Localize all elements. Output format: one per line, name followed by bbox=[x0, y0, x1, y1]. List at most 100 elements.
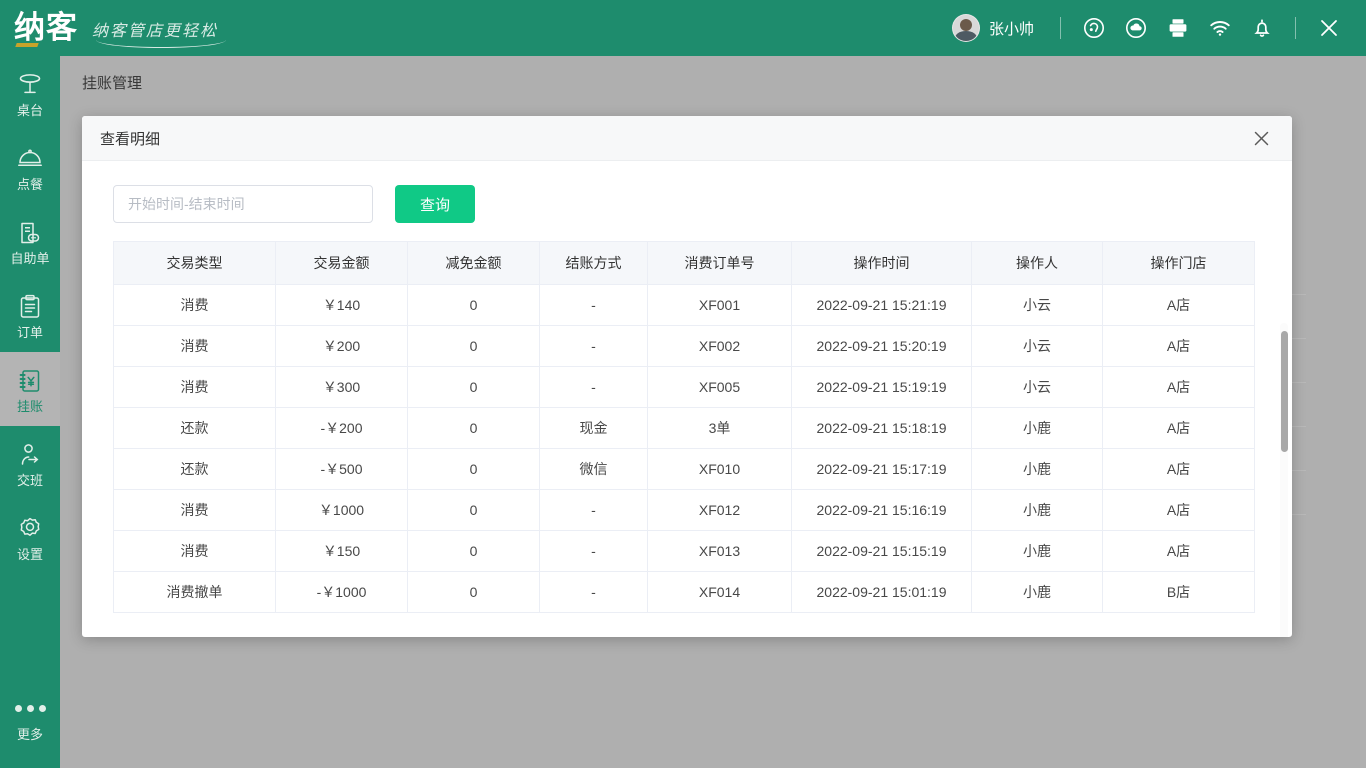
table-cell-operator: 小云 bbox=[972, 367, 1103, 408]
printer-icon[interactable] bbox=[1157, 7, 1199, 49]
table-cell-payment: - bbox=[540, 285, 648, 326]
table-cell-operator: 小云 bbox=[972, 285, 1103, 326]
table-cell-store: A店 bbox=[1103, 285, 1255, 326]
sidebar-item-settings[interactable]: 设置 bbox=[0, 500, 60, 574]
table-cell-payment: - bbox=[540, 531, 648, 572]
date-range-input[interactable] bbox=[128, 196, 358, 212]
sidebar-item-label: 自助单 bbox=[10, 252, 49, 265]
table-header-cell: 交易类型 bbox=[114, 242, 276, 285]
table-cell-time: 2022-09-21 15:16:19 bbox=[792, 490, 972, 531]
filter-bar: 查询 bbox=[82, 161, 1292, 241]
sidebar-item-more[interactable]: 更多 bbox=[0, 682, 60, 752]
sidebar-item-label: 挂账 bbox=[17, 400, 43, 413]
table-header-cell: 消费订单号 bbox=[648, 242, 792, 285]
sidebar-item-order-food[interactable]: 点餐 bbox=[0, 130, 60, 204]
table-cell-store: A店 bbox=[1103, 490, 1255, 531]
table-cell-operator: 小云 bbox=[972, 326, 1103, 367]
sidebar-item-shift[interactable]: 交班 bbox=[0, 426, 60, 500]
user-menu[interactable]: 张小帅 bbox=[938, 14, 1048, 42]
table-cell-type: 还款 bbox=[114, 449, 276, 490]
table-cell-order-no: XF013 bbox=[648, 531, 792, 572]
table-cell-type: 消费 bbox=[114, 490, 276, 531]
table-cell-type: 消费 bbox=[114, 531, 276, 572]
table-cell-time: 2022-09-21 15:20:19 bbox=[792, 326, 972, 367]
close-icon[interactable] bbox=[1248, 125, 1274, 151]
table-cell-payment: 微信 bbox=[540, 449, 648, 490]
sidebar-item-table[interactable]: 桌台 bbox=[0, 56, 60, 130]
table-cell-store: A店 bbox=[1103, 367, 1255, 408]
dialog-scrollbar-thumb[interactable] bbox=[1281, 331, 1288, 452]
table-cell-discount: 0 bbox=[408, 408, 540, 449]
more-dots-icon bbox=[15, 694, 46, 724]
table-cell-order-no: XF005 bbox=[648, 367, 792, 408]
dialog-body: 查询 交易类型交易金额减免金额结账方式消费订单号操作时间操作人操作门店 消费￥1… bbox=[82, 161, 1292, 637]
table-body: 消费￥1400-XF0012022-09-21 15:21:19小云A店消费￥2… bbox=[114, 285, 1255, 613]
shift-person-icon bbox=[15, 440, 45, 470]
brand-tagline: 纳客管店更轻松 bbox=[92, 17, 218, 41]
table-cell-type: 消费 bbox=[114, 367, 276, 408]
self-order-icon bbox=[15, 218, 45, 248]
table-cell-store: A店 bbox=[1103, 449, 1255, 490]
wifi-icon[interactable] bbox=[1199, 7, 1241, 49]
table-header-row: 交易类型交易金额减免金额结账方式消费订单号操作时间操作人操作门店 bbox=[114, 242, 1255, 285]
top-bar-right: 张小帅 bbox=[938, 7, 1366, 49]
table-cell-operator: 小鹿 bbox=[972, 531, 1103, 572]
app-root: 纳客 纳客管店更轻松 张小帅 bbox=[0, 0, 1366, 768]
sidebar-item-label: 点餐 bbox=[17, 178, 43, 191]
table-row: 消费￥1400-XF0012022-09-21 15:21:19小云A店 bbox=[114, 285, 1255, 326]
table-cell-discount: 0 bbox=[408, 285, 540, 326]
table-row: 消费￥3000-XF0052022-09-21 15:19:19小云A店 bbox=[114, 367, 1255, 408]
table-cell-store: A店 bbox=[1103, 531, 1255, 572]
table-cell-operator: 小鹿 bbox=[972, 572, 1103, 613]
table-header-cell: 结账方式 bbox=[540, 242, 648, 285]
sidebar-item-credit[interactable]: 挂账 bbox=[0, 352, 60, 426]
table-cell-time: 2022-09-21 15:01:19 bbox=[792, 572, 972, 613]
table-cell-discount: 0 bbox=[408, 367, 540, 408]
table-cell-type: 还款 bbox=[114, 408, 276, 449]
table-cell-amount: ￥200 bbox=[276, 326, 408, 367]
divider bbox=[1060, 17, 1061, 39]
top-bar: 纳客 纳客管店更轻松 张小帅 bbox=[0, 0, 1366, 56]
table-cell-amount: -￥500 bbox=[276, 449, 408, 490]
table-cell-payment: - bbox=[540, 490, 648, 531]
query-button[interactable]: 查询 bbox=[395, 185, 475, 223]
table-cell-amount: -￥1000 bbox=[276, 572, 408, 613]
table-row: 还款-￥5000微信XF0102022-09-21 15:17:19小鹿A店 bbox=[114, 449, 1255, 490]
table-row: 消费￥2000-XF0022022-09-21 15:20:19小云A店 bbox=[114, 326, 1255, 367]
table-cell-order-no: XF002 bbox=[648, 326, 792, 367]
close-icon[interactable] bbox=[1308, 7, 1350, 49]
brand: 纳客 纳客管店更轻松 bbox=[0, 13, 218, 44]
date-range-field[interactable] bbox=[113, 185, 373, 223]
table-cell-payment: 现金 bbox=[540, 408, 648, 449]
table-header-cell: 操作时间 bbox=[792, 242, 972, 285]
sidebar-item-orders[interactable]: 订单 bbox=[0, 278, 60, 352]
table-cell-discount: 0 bbox=[408, 572, 540, 613]
table-cell-order-no: XF010 bbox=[648, 449, 792, 490]
table-cell-type: 消费 bbox=[114, 326, 276, 367]
cloud-icon[interactable] bbox=[1115, 7, 1157, 49]
sidebar-item-label: 桌台 bbox=[17, 104, 43, 117]
table-cell-discount: 0 bbox=[408, 449, 540, 490]
bell-icon[interactable] bbox=[1241, 7, 1283, 49]
detail-table-wrapper: 交易类型交易金额减免金额结账方式消费订单号操作时间操作人操作门店 消费￥1400… bbox=[82, 241, 1292, 613]
table-cell-order-no[interactable]: 3单 bbox=[648, 408, 792, 449]
table-cell-operator: 小鹿 bbox=[972, 408, 1103, 449]
clipboard-icon bbox=[15, 292, 45, 322]
sidebar-item-self-order[interactable]: 自助单 bbox=[0, 204, 60, 278]
table-cell-store: A店 bbox=[1103, 326, 1255, 367]
table-cell-discount: 0 bbox=[408, 531, 540, 572]
table-cell-type: 消费撤单 bbox=[114, 572, 276, 613]
table-cell-time: 2022-09-21 15:17:19 bbox=[792, 449, 972, 490]
sidebar-item-label: 交班 bbox=[17, 474, 43, 487]
table-cell-amount: ￥140 bbox=[276, 285, 408, 326]
view-detail-dialog: 查看明细 查询 bbox=[82, 116, 1292, 637]
user-name: 张小帅 bbox=[989, 18, 1034, 39]
table-cell-type: 消费 bbox=[114, 285, 276, 326]
sidebar-item-label: 设置 bbox=[17, 548, 43, 561]
table-cell-order-no: XF012 bbox=[648, 490, 792, 531]
credit-book-icon bbox=[15, 366, 45, 396]
headset-icon[interactable] bbox=[1073, 7, 1115, 49]
avatar bbox=[952, 14, 980, 42]
table-row: 消费撤单-￥10000-XF0142022-09-21 15:01:19小鹿B店 bbox=[114, 572, 1255, 613]
table-cell-payment: - bbox=[540, 572, 648, 613]
